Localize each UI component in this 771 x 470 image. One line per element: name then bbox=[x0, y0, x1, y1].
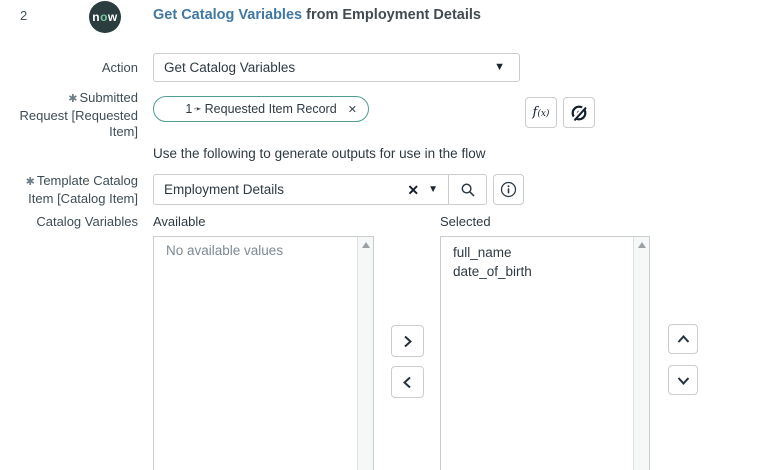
catalog-item-value: Employment Details bbox=[164, 182, 285, 197]
chevron-left-icon bbox=[403, 376, 411, 388]
logo-char: n bbox=[92, 10, 101, 24]
reference-lookup-button[interactable] bbox=[449, 175, 486, 204]
submitted-request-label: ✱ Submitted Request [Requested Item] bbox=[19, 90, 138, 139]
available-header: Available bbox=[153, 214, 206, 229]
logo-char: o bbox=[100, 10, 108, 24]
step-title: Get Catalog Variables from Employment De… bbox=[153, 7, 481, 23]
template-catalog-item-label: ✱ Template Catalog Item [Catalog Item] bbox=[25, 173, 138, 206]
logo-char: w bbox=[107, 10, 118, 24]
pill-remove-icon[interactable]: ✕ bbox=[348, 103, 357, 116]
available-listbox[interactable]: No available values bbox=[153, 236, 374, 470]
selected-scrollbar[interactable] bbox=[633, 237, 649, 470]
chevron-down-icon: ▼ bbox=[494, 61, 505, 73]
clear-icon[interactable]: ✕ bbox=[407, 183, 419, 197]
action-label: Action bbox=[101, 60, 138, 75]
step-number: 2 bbox=[20, 8, 28, 23]
pill-index: 1 bbox=[185, 102, 193, 116]
available-scrollbar[interactable] bbox=[357, 237, 373, 470]
move-down-button[interactable] bbox=[668, 365, 698, 395]
chevron-up-icon bbox=[677, 334, 689, 343]
action-title-link[interactable]: Get Catalog Variables bbox=[153, 7, 302, 23]
chevron-down-icon bbox=[677, 376, 689, 385]
scroll-up-icon[interactable] bbox=[361, 242, 370, 248]
list-item[interactable]: full_name bbox=[453, 243, 634, 262]
fx-expression-button[interactable]: f(x) bbox=[525, 97, 557, 128]
required-icon: ✱ bbox=[25, 176, 35, 188]
catalog-item-reference-field[interactable]: Employment Details ✕ ▼ bbox=[153, 174, 487, 205]
chevron-down-icon[interactable]: ▼ bbox=[428, 184, 438, 195]
flow-action-step: 2 now Get Catalog Variables from Employm… bbox=[0, 0, 771, 470]
list-item[interactable]: date_of_birth bbox=[453, 262, 634, 281]
info-button[interactable] bbox=[493, 174, 524, 205]
action-select[interactable]: Get Catalog Variables ▼ bbox=[153, 53, 520, 82]
toggle-pill-preview-button[interactable] bbox=[563, 97, 595, 128]
search-icon bbox=[461, 183, 474, 196]
servicenow-logo-icon: now bbox=[89, 1, 121, 33]
required-icon: ✱ bbox=[68, 93, 78, 105]
catalog-variables-label: Catalog Variables bbox=[36, 214, 138, 229]
chevron-right-icon bbox=[404, 335, 412, 347]
move-right-button[interactable] bbox=[391, 325, 424, 357]
arrow-right-icon: ➛ bbox=[193, 103, 202, 115]
step-title-suffix: from Employment Details bbox=[302, 7, 481, 23]
available-empty-text: No available values bbox=[166, 243, 284, 258]
move-up-button[interactable] bbox=[668, 324, 698, 354]
data-pill-requested-item[interactable]: 1 ➛ Requested Item Record ✕ bbox=[153, 96, 369, 122]
selected-header: Selected bbox=[440, 214, 491, 229]
eye-slash-icon bbox=[570, 104, 588, 122]
info-icon bbox=[500, 181, 517, 198]
move-left-button[interactable] bbox=[391, 366, 424, 398]
action-select-value: Get Catalog Variables bbox=[164, 60, 296, 75]
helper-text: Use the following to generate outputs fo… bbox=[153, 146, 486, 161]
pill-text: Requested Item Record bbox=[204, 102, 337, 116]
scroll-up-icon[interactable] bbox=[637, 242, 646, 248]
selected-listbox[interactable]: full_name date_of_birth bbox=[440, 236, 650, 470]
